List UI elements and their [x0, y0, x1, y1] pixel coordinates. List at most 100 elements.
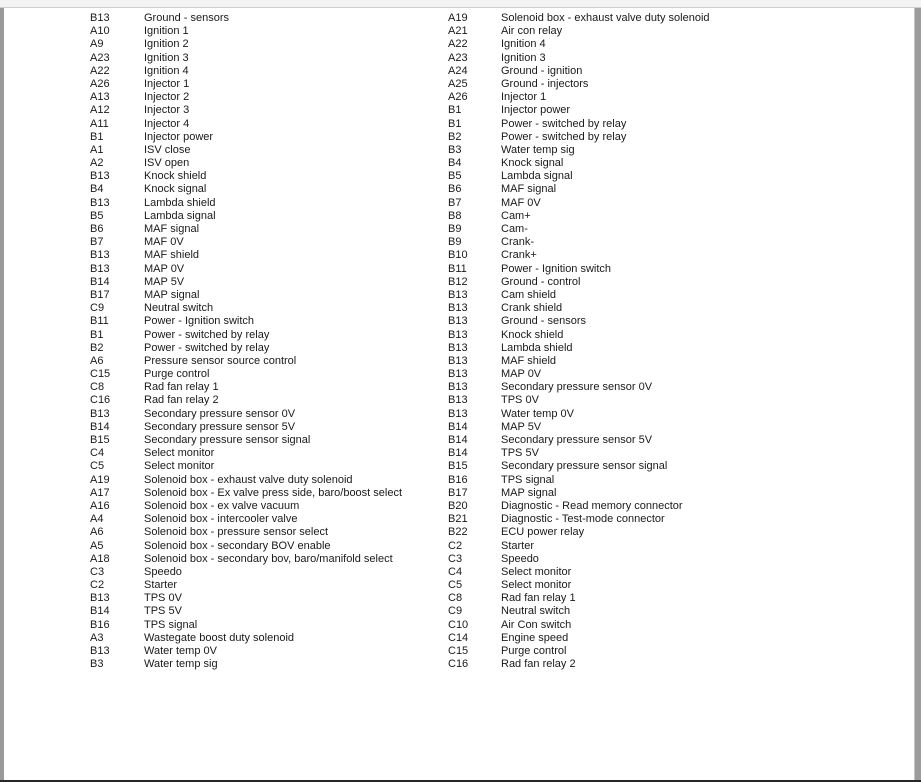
pin-code: B12: [448, 275, 468, 288]
pin-description: TPS signal: [144, 618, 198, 631]
pin-description: Power - switched by relay: [501, 130, 627, 143]
document-page: B13 Ground - sensors A10 Ignition 1 A9 Igniti…: [5, 8, 913, 780]
pin-description: TPS signal: [501, 473, 555, 486]
pin-description: TPS 0V: [144, 592, 182, 605]
pin-description: Crank shield: [501, 302, 563, 315]
pin-description: Ignition 4: [501, 38, 546, 51]
pin-code: B14: [90, 605, 110, 618]
pin-code: A22: [90, 64, 110, 77]
pin-description: Purge control: [501, 645, 567, 657]
pin-code: A11: [90, 117, 109, 130]
pin-description: Rad fan relay 2: [501, 658, 576, 671]
pin-code: C9: [448, 605, 463, 618]
pin-description: Secondary pressure sensor 0V: [501, 381, 653, 394]
pin-code: B11: [448, 262, 467, 275]
pin-code: B3: [448, 143, 462, 156]
pin-code: B13: [90, 12, 110, 24]
pin-code: C2: [448, 539, 463, 552]
pin-description: Solenoid box - exhaust valve duty soleno…: [144, 473, 353, 486]
pin-code: B13: [90, 592, 110, 605]
pin-code: B13: [448, 302, 468, 315]
pin-code: B6: [448, 183, 462, 196]
pin-description: Knock signal: [501, 157, 564, 170]
pin-code: C9: [90, 302, 105, 315]
pin-description: TPS 5V: [144, 605, 182, 618]
pin-description: Lambda signal: [144, 209, 216, 222]
pin-code: A4: [90, 513, 104, 526]
pin-description: Injector 1: [501, 91, 547, 104]
pin-description: Select monitor: [144, 460, 215, 473]
pin-description: Injector 4: [144, 117, 190, 130]
pin-description: Purge control: [144, 368, 210, 381]
pin-code: B9: [448, 236, 462, 249]
pin-description: Solenoid box - secondary BOV enable: [144, 539, 331, 552]
pin-code: A10: [90, 25, 110, 38]
pin-description: Ground - control: [501, 275, 581, 288]
pin-code: C3: [90, 565, 105, 578]
pin-code: B20: [448, 499, 468, 512]
pin-description: Water temp sig: [501, 143, 575, 156]
pin-code: B9: [448, 223, 462, 235]
pin-description: Crank-: [501, 236, 535, 249]
pin-code: A6: [90, 354, 104, 367]
pin-description: MAF shield: [144, 249, 200, 262]
pin-code: C4: [448, 565, 463, 578]
vertical-scrollbar[interactable]: [914, 8, 921, 780]
pin-description: Cam shield: [501, 288, 557, 301]
pin-description: Power - switched by relay: [144, 341, 270, 354]
pin-description: MAP 5V: [144, 275, 185, 288]
pin-code: C15: [90, 368, 111, 381]
pin-code: B22: [448, 526, 468, 539]
pin-code: A17: [90, 486, 110, 499]
pin-code: A18: [90, 552, 110, 565]
pin-code: B13: [90, 407, 110, 420]
pin-description: Ignition 2: [144, 38, 189, 51]
pin-description: Ground - ignition: [501, 64, 583, 77]
pin-code: A24: [448, 64, 468, 77]
pin-code: B13: [448, 368, 468, 381]
pin-code: B15: [90, 434, 110, 446]
pin-code: C14: [448, 631, 469, 644]
pin-code: B14: [448, 447, 468, 460]
pin-code: B8: [448, 209, 462, 222]
pin-description: Cam+: [501, 209, 531, 222]
pin-description: Water temp 0V: [501, 407, 574, 420]
pin-code: B14: [90, 275, 110, 288]
pin-description: Rad fan relay 2: [144, 394, 219, 407]
pin-code: A12: [90, 104, 110, 117]
pin-code: B1: [90, 328, 104, 341]
pin-description: Neutral switch: [144, 302, 214, 315]
pin-description: MAF signal: [501, 183, 557, 196]
pin-description: Diagnostic - Read memory connector: [501, 499, 683, 512]
pin-code: B14: [448, 420, 468, 433]
pin-code: B6: [90, 223, 104, 235]
pin-code: A25: [448, 77, 468, 90]
pin-description: MAF 0V: [501, 196, 541, 209]
pin-code: C10: [448, 618, 469, 631]
pin-code: C2: [90, 579, 105, 592]
pin-description: Select monitor: [144, 447, 215, 460]
pin-code: B10: [448, 249, 468, 262]
pin-code: B5: [90, 209, 104, 222]
pin-description: MAP 0V: [501, 368, 542, 381]
pin-description: Ground - sensors: [144, 12, 229, 24]
pin-code: B13: [90, 170, 110, 183]
pin-description: MAP signal: [144, 288, 200, 301]
pin-code: C3: [448, 552, 463, 565]
pin-code: A1: [90, 143, 104, 156]
pin-code: A16: [90, 499, 110, 512]
pin-code: C8: [448, 592, 463, 605]
pin-description: Power - Ignition switch: [144, 315, 255, 328]
pin-description: Knock signal: [144, 183, 207, 196]
pin-code: A19: [448, 12, 468, 24]
pin-code: C5: [448, 579, 463, 592]
pin-code: B13: [448, 407, 468, 420]
pin-code: B13: [448, 315, 468, 328]
pin-code: A23: [90, 51, 110, 64]
pin-code: B21: [448, 513, 468, 526]
pin-description: Solenoid box - pressure sensor select: [144, 526, 329, 539]
pin-description: Diagnostic - Test-mode connector: [501, 513, 665, 526]
pin-code: A2: [90, 157, 104, 170]
pin-description: Secondary pressure sensor signal: [501, 460, 668, 473]
pin-code: B13: [448, 381, 468, 394]
